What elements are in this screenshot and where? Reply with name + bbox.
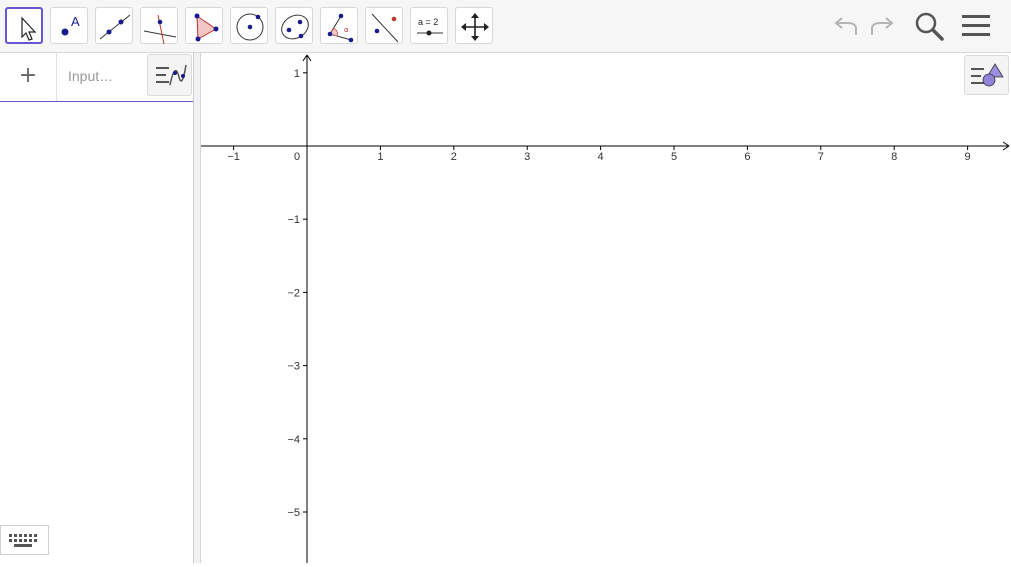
y-tick-label: −3 <box>287 361 300 373</box>
ellipse-icon <box>281 14 309 40</box>
point-label: A <box>71 14 80 29</box>
x-tick-label: 6 <box>744 151 750 163</box>
tool-line[interactable] <box>95 7 133 44</box>
move-graphics-icon <box>461 13 489 41</box>
graphics-view[interactable]: −1 0 1 2 3 4 5 6 7 8 9 1 −1 −2 −3 −4 −5 <box>201 53 1011 563</box>
coordinate-plane[interactable]: −1 0 1 2 3 4 5 6 7 8 9 1 −1 −2 −3 −4 −5 <box>201 53 1011 563</box>
x-tick-label: 5 <box>671 151 677 163</box>
x-tick-label: 9 <box>965 151 971 163</box>
algebra-graph-style-icon <box>156 64 187 86</box>
virtual-keyboard-button[interactable] <box>0 525 49 555</box>
tool-polygon[interactable] <box>185 7 223 44</box>
point-icon: A <box>61 14 80 36</box>
x-tick-label: 8 <box>891 151 897 163</box>
polygon-icon <box>194 13 219 42</box>
algebra-view: + Input… <box>0 53 194 563</box>
redo-button[interactable] <box>866 10 898 42</box>
undo-button[interactable] <box>830 10 862 42</box>
move-arrow-icon <box>21 16 37 41</box>
x-tick-label: −1 <box>227 151 240 163</box>
search-icon <box>915 12 944 41</box>
x-tick-label: 1 <box>377 151 383 163</box>
y-tick-label: −5 <box>287 507 300 519</box>
x-tick-label: 0 <box>294 151 300 163</box>
graphics-style-icon <box>971 63 1004 87</box>
y-tick-label: 1 <box>294 68 300 80</box>
slider-label: a = 2 <box>418 17 438 27</box>
undo-icon <box>834 17 857 35</box>
graphics-style-button[interactable] <box>964 55 1009 95</box>
view-divider[interactable] <box>194 53 201 563</box>
add-object-button[interactable]: + <box>0 53 57 101</box>
angle-icon: α <box>327 13 354 43</box>
reflect-icon <box>371 13 399 43</box>
slider-icon: a = 2 <box>417 17 443 36</box>
tool-move[interactable] <box>5 7 43 44</box>
tool-ellipse[interactable] <box>275 7 313 44</box>
algebra-input-field[interactable]: Input… <box>68 68 113 84</box>
main-menu-button[interactable] <box>960 10 992 42</box>
tool-move-graphics[interactable] <box>455 7 493 44</box>
toolbar: A α a = 2 <box>0 0 1011 53</box>
x-tick-label: 2 <box>451 151 457 163</box>
tool-reflect[interactable] <box>365 7 403 44</box>
tool-point[interactable]: A <box>50 7 88 44</box>
hamburger-menu-icon <box>962 15 990 36</box>
angle-label: α <box>344 26 349 34</box>
perpendicular-line-icon <box>143 14 177 45</box>
redo-icon <box>871 17 894 35</box>
algebra-input-row[interactable]: + Input… <box>0 53 193 102</box>
keyboard-icon <box>9 534 37 547</box>
y-tick-label: −1 <box>287 214 300 226</box>
circle-icon <box>236 13 264 41</box>
y-tick-label: −2 <box>287 287 300 299</box>
tool-circle[interactable] <box>230 7 268 44</box>
x-tick-label: 7 <box>818 151 824 163</box>
search-button[interactable] <box>913 10 945 42</box>
tool-perpendicular-line[interactable] <box>140 7 178 45</box>
x-tick-label: 3 <box>524 151 530 163</box>
algebra-style-button[interactable] <box>147 54 192 96</box>
line-icon <box>99 14 131 40</box>
y-tick-label: −4 <box>287 434 300 446</box>
tool-angle[interactable]: α <box>320 7 358 44</box>
tool-slider[interactable]: a = 2 <box>410 7 448 44</box>
x-tick-label: 4 <box>598 151 604 163</box>
